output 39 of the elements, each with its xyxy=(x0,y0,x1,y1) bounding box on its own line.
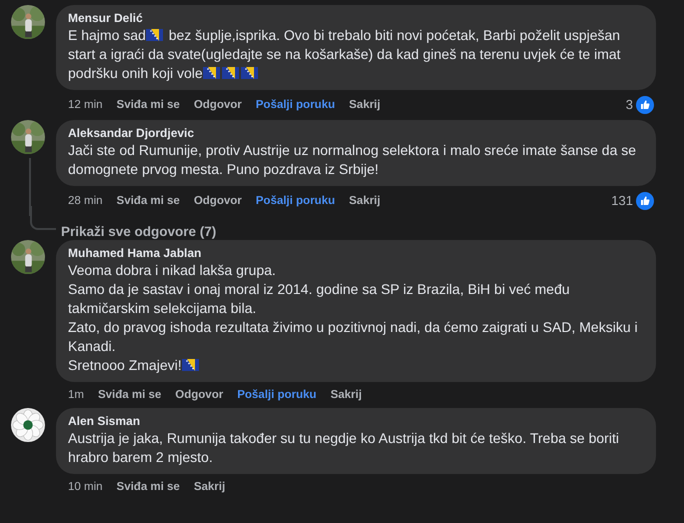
author-name[interactable]: Mensur Delić xyxy=(68,11,644,26)
action-link[interactable]: Sviđa mi se xyxy=(116,480,180,494)
comment-text: Austrija je jaka, Rumunija također su tu negdje ko Austrija tkd bit će teško. Treba se boriti hrabro barem 2 mjesto. xyxy=(68,429,620,467)
like-count[interactable]: 131 xyxy=(611,194,633,208)
action-link[interactable]: Sakrij xyxy=(194,480,226,494)
action-link[interactable]: Sviđa mi se xyxy=(98,388,162,402)
timestamp: 28 min xyxy=(68,194,103,208)
flag-icon xyxy=(146,29,163,41)
action-link[interactable]: Sakrij xyxy=(330,388,362,402)
like-icon xyxy=(636,192,654,210)
comment-text: Jači ste od Rumunije, protiv Austrije uz normalnog selektora i malo sreće imate šanse da se domognete prvog mesta. Puno pozdrava iz Srbije! xyxy=(68,141,638,179)
comment-text: Sretnooo Zmajevi! xyxy=(68,356,644,375)
comment-text: E hajmo sad bez šuplje,isprika. Ovo bi trebalo biti novi poćetak, Barbi poželit uspješan start a igraći da svate(ugledajte se na košarkaše) da kad gineš na terenu uvjek će te imat podršku onih koji vole xyxy=(68,26,622,83)
flag-icon xyxy=(222,67,239,79)
flag-icon xyxy=(182,359,199,371)
comment-text: Samo da je sastav i onaj moral iz 2014. godine sa SP iz Brazila, BiH bi već među takmičarskim selekcijama bila. xyxy=(68,280,571,318)
send-message-link[interactable]: Pošalji poruku xyxy=(256,98,335,112)
action-link[interactable]: Sakrij xyxy=(349,194,380,208)
send-message-link[interactable]: Pošalji poruku xyxy=(256,194,335,208)
flag-icon xyxy=(240,67,258,79)
action-link[interactable]: Odgovor xyxy=(194,194,242,208)
author-name[interactable]: Aleksandar Djordjevic xyxy=(68,126,644,141)
comment-text: Veoma dobra i nikad lakša grupa. xyxy=(68,261,277,280)
author-name[interactable]: Alen Sisman xyxy=(68,414,644,429)
like-count[interactable]: 3 xyxy=(626,98,633,112)
send-message-link[interactable]: Pošalji poruku xyxy=(237,388,316,402)
action-link[interactable]: Odgovor xyxy=(175,388,224,402)
timestamp: 10 min xyxy=(68,480,103,494)
flag-icon xyxy=(202,67,220,79)
like-icon xyxy=(636,96,654,114)
action-link[interactable]: Sviđa mi se xyxy=(116,98,180,112)
action-link[interactable]: Sakrij xyxy=(349,98,380,112)
comment-text: Zato, do pravog ishoda rezultata živimo u pozitivnoj nadi, da ćemo zaigrati u SAD, Meksiku i Kanadi. xyxy=(68,318,639,356)
action-link[interactable]: Odgovor xyxy=(194,98,242,112)
timestamp: 1m xyxy=(68,388,84,402)
author-name[interactable]: Muhamed Hama Jablan xyxy=(68,246,644,261)
action-link[interactable]: Sviđa mi se xyxy=(116,194,180,208)
view-replies-link[interactable]: Prikaži sve odgovore (7) xyxy=(61,224,216,239)
timestamp: 12 min xyxy=(68,98,103,112)
